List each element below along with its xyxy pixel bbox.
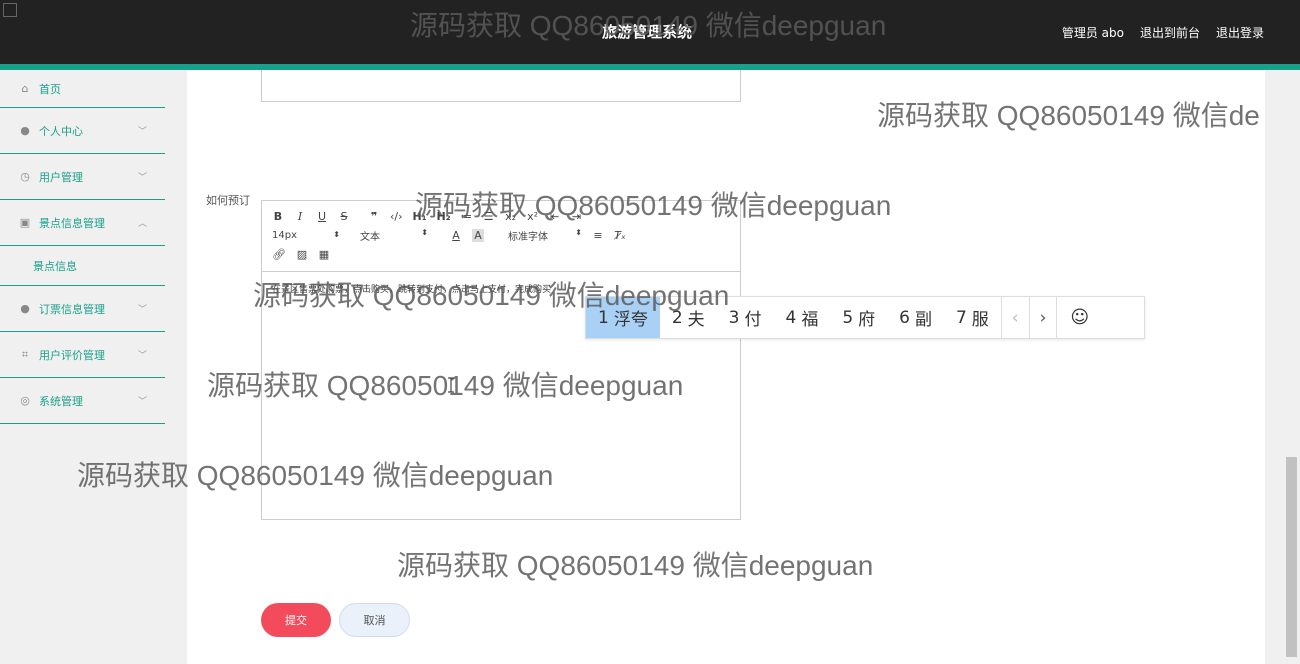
sidebar-item-label: 用户评价管理 xyxy=(39,348,105,362)
heading2-button[interactable]: H₂ xyxy=(437,210,451,223)
app-title: 旅游管理系统 xyxy=(602,23,693,41)
quote-button[interactable]: ❞ xyxy=(368,210,380,223)
align-button[interactable]: ≡ xyxy=(592,229,604,242)
compass-icon: ◎ xyxy=(20,394,30,407)
sidebar-item-label: 首页 xyxy=(39,82,61,96)
italic-button[interactable]: I xyxy=(294,210,306,223)
ime-candidate[interactable]: 4福 xyxy=(773,297,830,338)
chevron-down-icon: ﹀ xyxy=(137,173,147,183)
bulb-icon: ● xyxy=(20,302,30,315)
sidebar-item-label: 个人中心 xyxy=(39,124,83,138)
font-size-select[interactable]: 14px ⬍ xyxy=(272,230,340,241)
cancel-button[interactable]: 取消 xyxy=(339,603,410,637)
select-arrows-icon: ⬍ xyxy=(333,230,340,239)
underline-button[interactable]: U xyxy=(316,210,328,223)
user-icon: ● xyxy=(20,124,30,137)
ime-candidate[interactable]: 1 浮夸 xyxy=(586,297,660,338)
sidebar-item-profile[interactable]: ● 个人中心 ﹀ xyxy=(0,108,165,154)
home-icon: ⌂ xyxy=(21,82,29,95)
ime-prev-page-icon[interactable]: ‹ xyxy=(1000,297,1029,338)
previous-field-box[interactable] xyxy=(261,70,741,102)
ime-candidate[interactable]: 3付 xyxy=(717,297,774,338)
sidebar-item-label: 系统管理 xyxy=(39,394,83,408)
booking-field-label: 如何预订 xyxy=(206,194,250,207)
image-icon[interactable]: ▨ xyxy=(296,248,308,261)
sidebar-item-label: 订票信息管理 xyxy=(39,302,105,316)
block-type-select[interactable]: 文本 ⬍ xyxy=(360,228,428,243)
crop-icon: ⌗ xyxy=(21,347,29,361)
scrollbar-thumb[interactable] xyxy=(1286,457,1297,657)
chevron-down-icon: ﹀ xyxy=(137,305,147,315)
chevron-down-icon: ﹀ xyxy=(137,127,147,137)
strike-button[interactable]: S xyxy=(338,210,350,223)
superscript-button[interactable]: x² xyxy=(527,210,539,223)
top-navbar: 旅游管理系统 管理员 abo 退出到前台 退出登录 xyxy=(0,0,1300,64)
background-color-button[interactable]: A xyxy=(472,229,484,242)
subscript-button[interactable]: x₂ xyxy=(505,210,517,223)
editor-toolbar: B I U S ❞ ‹/› H₁ H₂ ≔ ☰ x₂ x² ⇤ ⇥ 14px ⬍ … xyxy=(262,201,740,272)
clipboard-icon: ▣ xyxy=(19,216,31,229)
select-arrows-icon: ⬍ xyxy=(575,228,582,237)
sidebar-item-attractions[interactable]: ▣ 景点信息管理 ︿ xyxy=(0,200,165,246)
chevron-down-icon: ﹀ xyxy=(137,351,147,361)
clock-icon: ◷ xyxy=(20,170,30,183)
heading1-button[interactable]: H₁ xyxy=(413,210,427,223)
ime-next-page-icon[interactable]: › xyxy=(1028,297,1057,338)
sidebar-item-tickets[interactable]: ● 订票信息管理 ﹀ xyxy=(0,286,165,332)
select-arrows-icon: ⬍ xyxy=(421,228,428,237)
admin-user-link[interactable]: 管理员 abo xyxy=(1062,24,1124,41)
chevron-up-icon: ︿ xyxy=(137,219,147,229)
code-button[interactable]: ‹/› xyxy=(390,210,403,223)
chevron-down-icon: ﹀ xyxy=(137,397,147,407)
font-color-button[interactable]: A xyxy=(450,229,462,242)
bullet-list-button[interactable]: ☰ xyxy=(483,210,495,223)
sidebar-item-reviews[interactable]: ⌗ 用户评价管理 ﹀ xyxy=(0,332,165,378)
sidebar-item-label: 景点信息管理 xyxy=(39,216,105,230)
ordered-list-button[interactable]: ≔ xyxy=(461,210,473,223)
main-content: 如何预订 B I U S ❞ ‹/› H₁ H₂ ≔ ☰ x₂ x² ⇤ ⇥ 1… xyxy=(187,70,1265,664)
ime-candidate-bar: 1 浮夸 2夫 3付 4福 5府 6副 7服 ‹ › ☺ xyxy=(585,296,1145,339)
sidebar-item-home[interactable]: ⌂ 首页 xyxy=(0,70,165,108)
ime-candidate[interactable]: 7服 xyxy=(944,297,1001,338)
text-cursor-icon xyxy=(448,377,454,393)
clear-format-button[interactable]: T̷ₓ xyxy=(614,229,626,242)
video-icon[interactable]: ▦ xyxy=(318,248,330,261)
sidebar-item-label: 用户管理 xyxy=(39,170,83,184)
sidebar-subitem-attraction-info[interactable]: 景点信息 xyxy=(0,246,165,286)
page-scrollbar[interactable] xyxy=(1283,70,1300,664)
emoji-icon[interactable]: ☺ xyxy=(1056,297,1102,338)
bold-button[interactable]: B xyxy=(272,210,284,223)
ime-candidate[interactable]: 5府 xyxy=(830,297,887,338)
ime-candidate[interactable]: 2夫 xyxy=(660,297,717,338)
font-family-select[interactable]: 标准字体 ⬍ xyxy=(508,228,582,243)
top-links: 管理员 abo 退出到前台 退出登录 xyxy=(1062,24,1264,41)
window-icon xyxy=(3,3,17,17)
submit-button[interactable]: 提交 xyxy=(261,603,331,637)
exit-to-front-link[interactable]: 退出到前台 xyxy=(1140,24,1200,41)
sidebar-item-users[interactable]: ◷ 用户管理 ﹀ xyxy=(0,154,165,200)
rich-text-editor[interactable]: B I U S ❞ ‹/› H₁ H₂ ≔ ☰ x₂ x² ⇤ ⇥ 14px ⬍ … xyxy=(261,200,741,520)
indent-button[interactable]: ⇥ xyxy=(571,210,583,223)
ime-candidate[interactable]: 6副 xyxy=(887,297,944,338)
sidebar-item-system[interactable]: ◎ 系统管理 ﹀ xyxy=(0,378,165,424)
link-icon[interactable]: 🔗︎ xyxy=(272,248,286,261)
sidebar: ⌂ 首页 ● 个人中心 ﹀ ◷ 用户管理 ﹀ ▣ 景点信息管理 ︿ 景点信息 ●… xyxy=(0,70,165,664)
outdent-button[interactable]: ⇤ xyxy=(549,210,561,223)
logout-link[interactable]: 退出登录 xyxy=(1216,24,1264,41)
